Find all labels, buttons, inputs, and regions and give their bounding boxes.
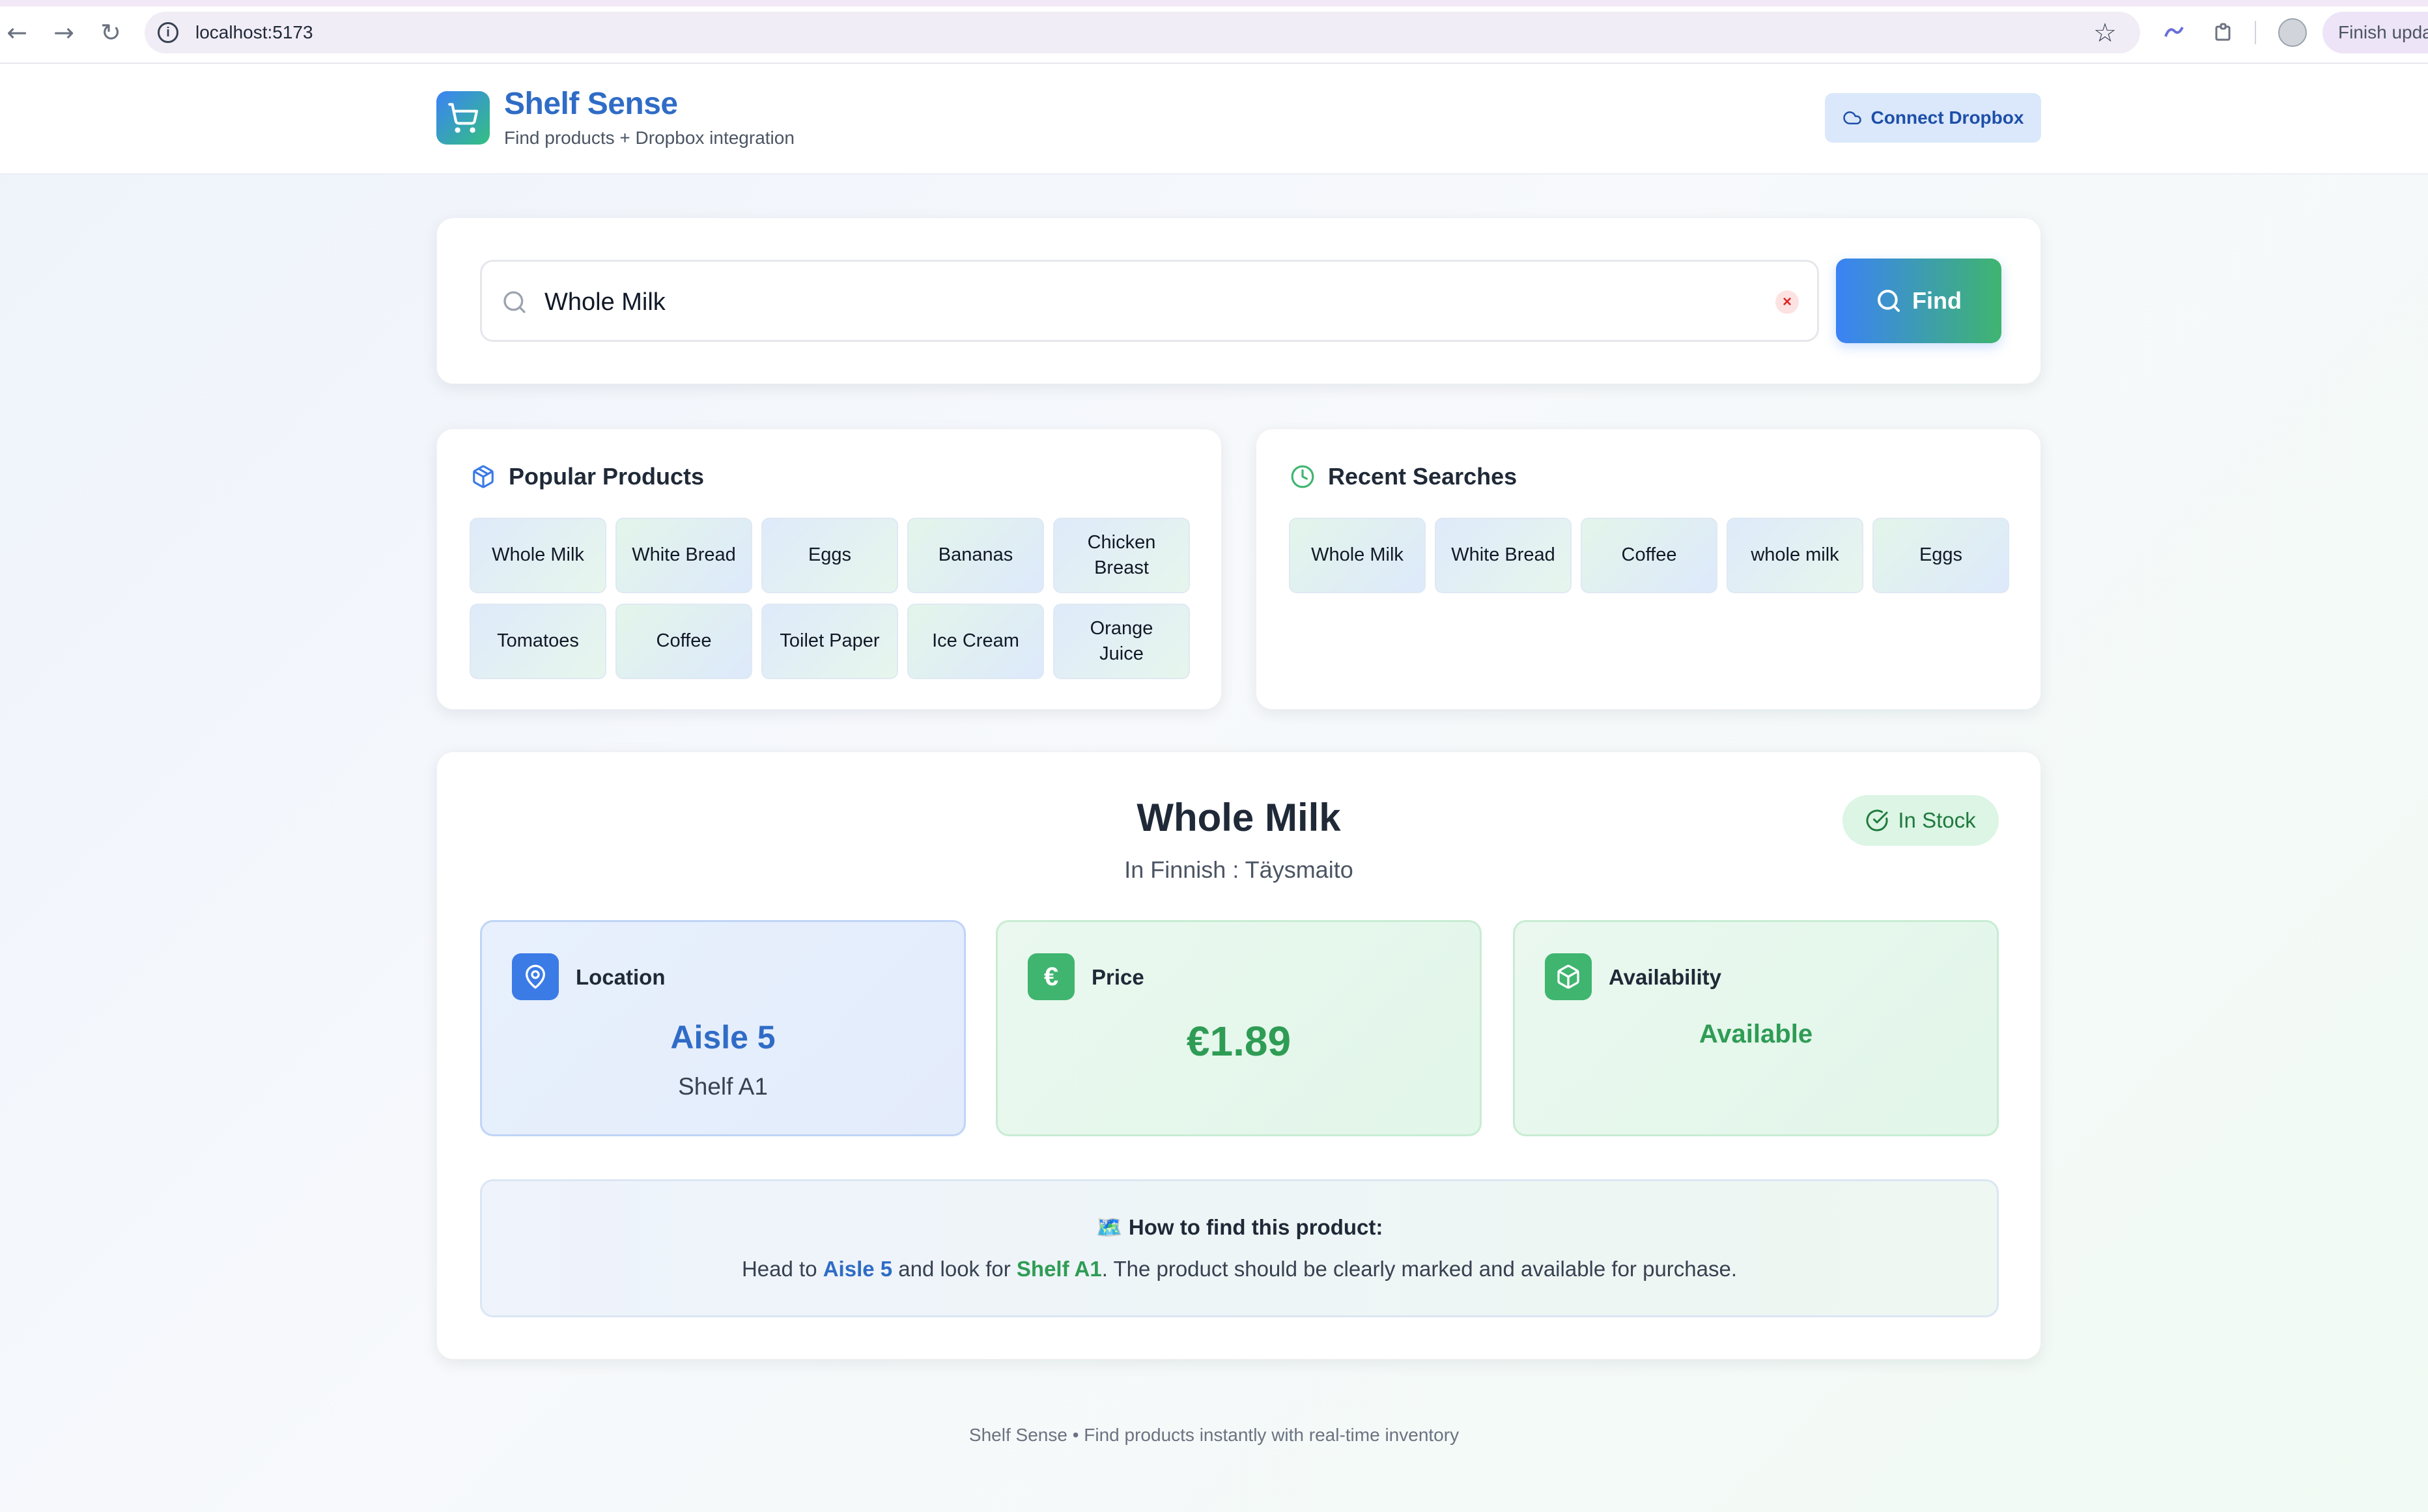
bookmark-star-icon[interactable]: ☆ (2093, 18, 2117, 48)
profile-avatar[interactable] (2278, 18, 2307, 47)
recent-chip-white-bread[interactable]: White Bread (1435, 518, 1572, 593)
reload-icon[interactable]: ↻ (95, 17, 126, 48)
popular-chip-eggs[interactable]: Eggs (761, 518, 898, 593)
recent-chip-coffee[interactable]: Coffee (1581, 518, 1717, 593)
availability-box: Availability Available (1513, 920, 1999, 1136)
popular-chip-ice-cream[interactable]: Ice Cream (907, 604, 1044, 679)
recent-chip-whole-milk[interactable]: Whole Milk (1289, 518, 1426, 593)
clock-icon (1291, 465, 1314, 488)
finish-update-button[interactable]: Finish upda (2322, 12, 2428, 53)
search-icon (503, 291, 526, 313)
popular-chip-white-bread[interactable]: White Bread (615, 518, 752, 593)
find-search-icon (1878, 290, 1900, 312)
puzzle-icon (2215, 23, 2231, 41)
clear-search-icon[interactable]: × (1775, 290, 1799, 314)
address-bar[interactable]: i localhost:5173 ☆ (145, 12, 2140, 53)
box-icon (1557, 964, 1579, 989)
recent-chip-eggs[interactable]: Eggs (1872, 518, 2009, 593)
availability-label: Availability (1609, 965, 1722, 989)
tab-strip-edge (0, 0, 2428, 7)
price-box: € Price €1.89 (996, 920, 1482, 1136)
url-text[interactable]: localhost:5173 (195, 22, 313, 43)
back-arrow-icon[interactable]: ← (1, 17, 33, 48)
package-icon (473, 465, 494, 488)
puzzle-extensions-icon[interactable] (2208, 17, 2239, 48)
map-pin-glyph-icon (526, 964, 545, 989)
location-aisle: Aisle 5 (670, 1019, 776, 1056)
howto-shelf: Shelf A1 (1016, 1257, 1102, 1281)
availability-package-icon (1545, 953, 1592, 1000)
howto-text-after: . The product should be clearly marked a… (1101, 1257, 1738, 1281)
toolbar-divider (2255, 21, 2256, 44)
popular-chip-bananas[interactable]: Bananas (907, 518, 1044, 593)
connect-dropbox-label: Connect Dropbox (1870, 107, 2024, 128)
find-button-label: Find (1912, 287, 1962, 314)
app-subtitle: Find products + Dropbox integration (504, 128, 795, 148)
recent-chip-whole-milk-lowercase[interactable]: whole milk (1727, 518, 1863, 593)
site-info-icon[interactable]: i (158, 22, 178, 43)
how-to-find-text: Head to Aisle 5 and look for Shelf A1. T… (482, 1257, 1997, 1281)
how-to-find-box: 🗺️ How to find this product: Head to Ais… (480, 1179, 1999, 1317)
footer-text: Shelf Sense • Find products instantly wi… (968, 1425, 1460, 1445)
euro-glyph-icon: € (1043, 962, 1059, 991)
check-circle-icon (1866, 809, 1888, 832)
popular-products-card: Popular Products Whole Milk White Bread … (436, 428, 1222, 710)
stock-status-label: In Stock (1898, 808, 1976, 832)
stock-status-badge: In Stock (1842, 795, 1999, 846)
howto-text-middle: and look for (892, 1257, 1017, 1281)
connect-dropbox-button[interactable]: Connect Dropbox (1825, 93, 2041, 143)
location-box: Location Aisle 5 Shelf A1 (480, 920, 966, 1136)
extension-icon[interactable] (2158, 17, 2190, 48)
cart-logo-icon (436, 91, 490, 145)
euro-icon: € (1028, 953, 1075, 1000)
search-input[interactable] (544, 281, 1756, 323)
how-to-find-title: 🗺️ How to find this product: (1095, 1215, 1383, 1239)
cloud-icon (1842, 111, 1861, 124)
extension-glyph-icon (2164, 27, 2184, 37)
recent-searches-title: Recent Searches (1328, 463, 1518, 490)
shopping-cart-icon (448, 103, 479, 133)
popular-chip-chicken-breast[interactable]: Chicken Breast (1053, 518, 1190, 593)
product-name: Whole Milk (1136, 796, 1341, 839)
search-card: × Find (436, 217, 2041, 384)
popular-chip-whole-milk[interactable]: Whole Milk (470, 518, 606, 593)
howto-aisle: Aisle 5 (823, 1257, 893, 1281)
location-shelf: Shelf A1 (678, 1073, 768, 1100)
browser-chrome: ← → ↻ i localhost:5173 ☆ Finish upda (0, 0, 2428, 64)
popular-products-title: Popular Products (509, 463, 705, 490)
map-pin-icon (512, 953, 559, 1000)
popular-chip-coffee[interactable]: Coffee (615, 604, 752, 679)
price-label: Price (1092, 965, 1144, 989)
howto-text-before: Head to (741, 1257, 823, 1281)
product-result-card: Whole Milk In Finnish : Täysmaito In Sto… (436, 751, 2041, 1360)
popular-chip-tomatoes[interactable]: Tomatoes (470, 604, 606, 679)
location-label: Location (576, 965, 666, 989)
app-page: Shelf Sense Find products + Dropbox inte… (0, 64, 2428, 1512)
popular-chip-toilet-paper[interactable]: Toilet Paper (761, 604, 898, 679)
app-header: Shelf Sense Find products + Dropbox inte… (0, 64, 2428, 175)
find-button[interactable]: Find (1836, 259, 2001, 343)
forward-arrow-icon[interactable]: → (48, 17, 79, 48)
price-value: €1.89 (1186, 1018, 1292, 1065)
app-title: Shelf Sense (504, 87, 678, 121)
availability-value: Available (1699, 1020, 1813, 1048)
popular-products-heading: Popular Products (471, 463, 704, 490)
search-field[interactable]: × (480, 260, 1819, 342)
popular-chip-orange-juice[interactable]: Orange Juice (1053, 604, 1190, 679)
recent-searches-card: Recent Searches Whole Milk White Bread C… (1256, 428, 2041, 710)
product-translation: In Finnish : Täysmaito (1124, 856, 1353, 883)
recent-searches-heading: Recent Searches (1290, 463, 1517, 490)
